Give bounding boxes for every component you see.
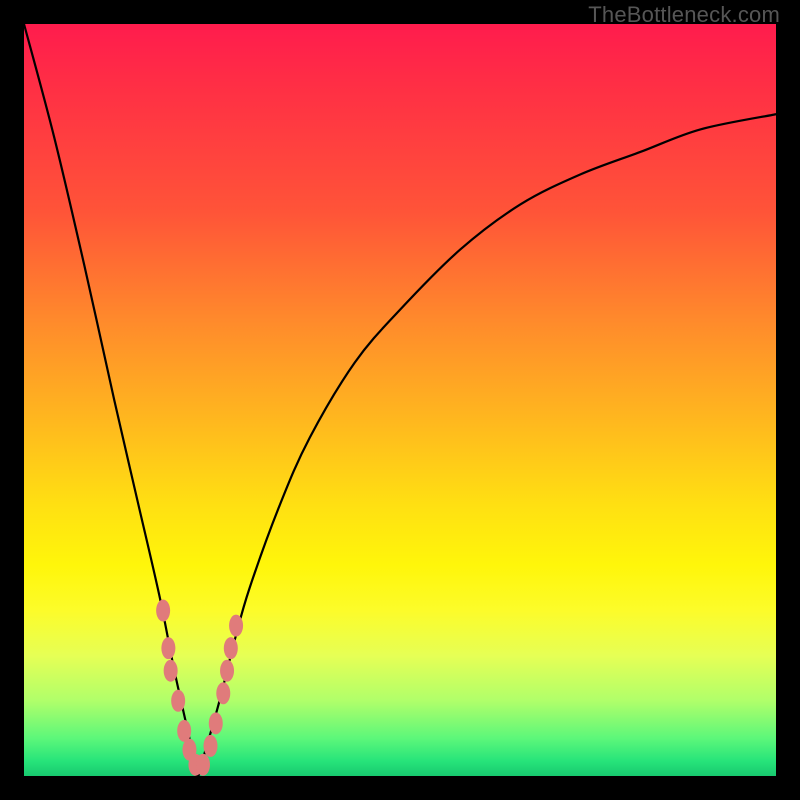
- bottleneck-curve: [24, 24, 776, 776]
- data-marker: [224, 637, 238, 659]
- data-marker: [204, 735, 218, 757]
- marker-layer: [156, 600, 243, 776]
- watermark-text: TheBottleneck.com: [588, 2, 780, 28]
- data-marker: [156, 600, 170, 622]
- data-marker: [229, 615, 243, 637]
- data-marker: [209, 712, 223, 734]
- data-marker: [161, 637, 175, 659]
- data-marker: [164, 660, 178, 682]
- curve-layer: [24, 24, 776, 776]
- data-marker: [196, 754, 210, 776]
- chart-frame: TheBottleneck.com: [0, 0, 800, 800]
- data-marker: [177, 720, 191, 742]
- data-marker: [220, 660, 234, 682]
- chart-svg: [24, 24, 776, 776]
- data-marker: [171, 690, 185, 712]
- data-marker: [216, 682, 230, 704]
